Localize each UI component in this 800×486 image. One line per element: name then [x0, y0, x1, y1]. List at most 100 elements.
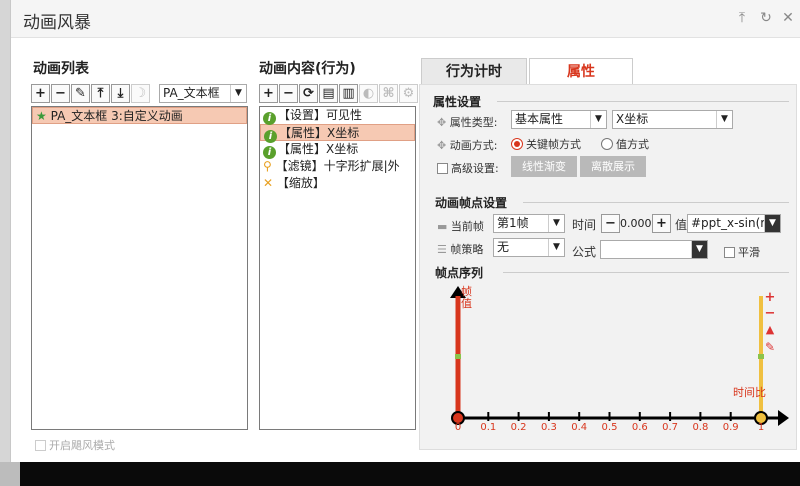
contrast-icon[interactable]: ◐	[359, 84, 378, 103]
x-tick-label: 0.3	[541, 422, 557, 433]
star-icon: ★	[36, 109, 47, 123]
divider	[497, 101, 789, 102]
divider	[523, 202, 789, 203]
moon-icon[interactable]: ☽	[131, 84, 150, 103]
value-label: 值	[675, 218, 688, 232]
minus-icon[interactable]: −	[763, 307, 777, 321]
brush-icon[interactable]: ✎	[71, 84, 90, 103]
x-axis-label: 时间比	[733, 386, 766, 399]
minus-bar-icon: ▬	[437, 220, 448, 233]
value-method-label: 值方式	[616, 138, 649, 151]
advanced-checkbox[interactable]	[437, 163, 448, 174]
list-item[interactable]: ✕ 【缩放】	[260, 175, 415, 192]
bell-icon[interactable]: ▲	[763, 323, 777, 337]
formula-label: 公式	[572, 245, 597, 259]
frame-strategy-label: ☰ 帧策略	[437, 241, 483, 257]
formula-dropdown[interactable]: ▼	[600, 240, 708, 259]
chevron-down-icon: ▼	[230, 85, 246, 102]
pin-icon[interactable]: ⤒	[733, 9, 751, 27]
move-bottom-icon[interactable]: ⤓	[111, 84, 130, 103]
start-frame-handle	[455, 354, 461, 359]
list-item-label: 【缩放】	[276, 176, 325, 190]
document-icon[interactable]: ▤	[319, 84, 338, 103]
list-item-label: 【属性】X坐标	[278, 142, 359, 156]
increase-time-button[interactable]: +	[652, 214, 671, 233]
advanced-text: 高级设置:	[451, 162, 499, 175]
discrete-display-button[interactable]: 离散展示	[580, 156, 646, 177]
list-item[interactable]: i 【属性】X坐标	[260, 141, 415, 159]
property-settings-title: 属性设置	[433, 95, 482, 109]
keyframe-radio[interactable]: 关键帧方式	[511, 136, 581, 152]
pencil-icon[interactable]: ✎	[763, 340, 777, 354]
property-type-dropdown[interactable]: 基本属性 ▼	[511, 110, 607, 129]
x-tick-label: 0.8	[692, 422, 708, 433]
chevron-down-icon: ▼	[764, 215, 780, 232]
chevron-down-icon: ▼	[716, 111, 732, 128]
refresh-icon[interactable]: ⟳	[299, 84, 318, 103]
animation-method-label: ✥ 动画方式:	[437, 137, 497, 153]
current-frame-text: 当前帧	[450, 220, 484, 233]
sequence-static	[450, 286, 789, 426]
x-tick-label: 0.6	[632, 422, 648, 433]
chevron-down-icon: ▼	[590, 111, 606, 128]
plus-icon[interactable]: +	[763, 291, 777, 305]
chevron-down-icon: ▼	[548, 239, 564, 256]
property-attr-dropdown[interactable]: X坐标 ▼	[612, 110, 733, 129]
object-selector-dropdown[interactable]: PA_文本框 ▼	[159, 84, 247, 103]
list-item[interactable]: i 【属性】X坐标	[260, 124, 415, 143]
taskbar	[0, 462, 800, 486]
value-method-radio[interactable]: 值方式	[601, 136, 649, 152]
linear-gradient-button[interactable]: 线性渐变	[511, 156, 577, 177]
magnifier-icon: ⚲	[263, 159, 272, 173]
advanced-settings-label[interactable]: 高级设置:	[437, 160, 499, 176]
list-item[interactable]: ⚲ 【滤镜】十字形扩展|外	[260, 158, 415, 175]
frame-sequence-canvas[interactable]: 0 0.1 0.2 0.3 0.4 0.5 0.6 0.7 0.8 0.9 1	[423, 278, 793, 438]
move-top-icon[interactable]: ⤒	[91, 84, 110, 103]
list-icon: ☰	[437, 243, 447, 256]
frame-strategy-value: 无	[497, 240, 510, 254]
chevron-down-icon: ▼	[548, 215, 564, 232]
scale-arrows-icon: ✕	[263, 176, 274, 190]
x-tick-label: 0.4	[571, 422, 587, 433]
x-tick-label: 0.5	[602, 422, 618, 433]
decrease-time-button[interactable]: −	[601, 214, 620, 233]
close-icon[interactable]: ✕	[779, 9, 797, 27]
remove-icon[interactable]: −	[51, 84, 70, 103]
end-frame-handle	[758, 354, 764, 359]
smooth-toggle[interactable]: 平滑	[724, 244, 760, 260]
frame-strategy-dropdown[interactable]: 无 ▼	[493, 238, 565, 257]
value-input[interactable]: #ppt_x-sin(r ▼	[687, 214, 781, 233]
add-icon[interactable]: +	[31, 84, 50, 103]
page-icon[interactable]: ▥	[339, 84, 358, 103]
animation-list[interactable]: ★ PA_文本框 3:自定义动画	[31, 106, 248, 430]
radio-on[interactable]	[511, 138, 523, 150]
keyframe-label: 关键帧方式	[526, 138, 581, 151]
storm-mode-label: 开启飓风模式	[49, 439, 115, 452]
object-selector-value: PA_文本框	[163, 86, 220, 100]
chevron-down-icon: ▼	[691, 241, 707, 258]
tab-properties[interactable]: 属性	[529, 58, 633, 84]
time-input[interactable]: 0.000	[620, 214, 652, 233]
animation-content-title: 动画内容(行为)	[259, 61, 356, 77]
storm-mode-checkbox[interactable]	[35, 440, 46, 451]
list-item[interactable]: ★ PA_文本框 3:自定义动画	[32, 107, 247, 124]
radio-off[interactable]	[601, 138, 613, 150]
animation-content-list[interactable]: i 【设置】可见性 i 【属性】X坐标 i 【属性】X坐标 ⚲ 【滤镜】十字形扩展|外…	[259, 106, 416, 430]
property-attr-value: X坐标	[616, 112, 649, 126]
x-tick-label: 0.2	[511, 422, 527, 433]
tab-timing[interactable]: 行为计时	[421, 58, 527, 84]
remove-icon[interactable]: −	[279, 84, 298, 103]
current-frame-dropdown[interactable]: 第1帧 ▼	[493, 214, 565, 233]
storm-mode-toggle[interactable]: 开启飓风模式	[35, 437, 115, 453]
list-item-label: 【属性】X坐标	[279, 126, 360, 140]
current-frame-label: ▬ 当前帧	[437, 218, 484, 234]
smooth-checkbox[interactable]	[724, 247, 735, 258]
window-title: 动画风暴	[23, 13, 91, 33]
gear-icon[interactable]: ⚙	[399, 84, 418, 103]
animation-list-title: 动画列表	[33, 61, 89, 77]
list-item[interactable]: i 【设置】可见性	[260, 107, 415, 125]
frame-settings-title: 动画帧点设置	[435, 196, 508, 210]
link-icon[interactable]: ⌘	[379, 84, 398, 103]
refresh-icon[interactable]: ↻	[757, 9, 775, 27]
add-icon[interactable]: +	[259, 84, 278, 103]
